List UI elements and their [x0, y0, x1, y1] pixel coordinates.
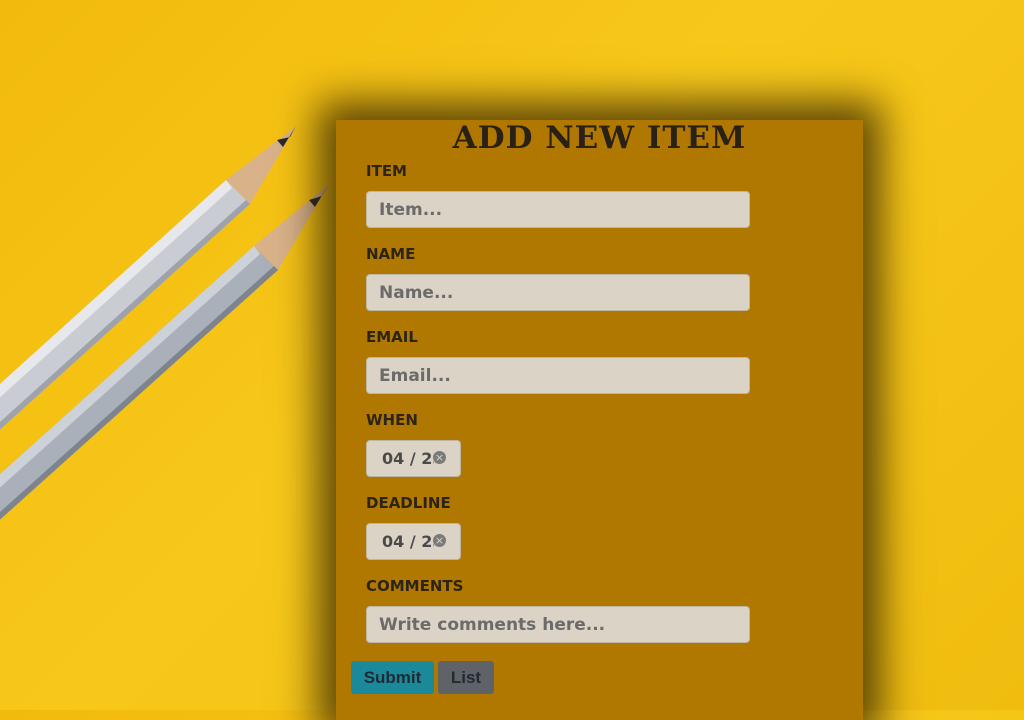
when-label: WHEN [366, 411, 418, 429]
list-button[interactable]: List [438, 661, 494, 694]
name-input[interactable] [366, 274, 750, 311]
item-label: ITEM [366, 162, 407, 180]
item-input[interactable] [366, 191, 750, 228]
clear-icon[interactable]: × [433, 534, 446, 547]
form-title: ADD NEW ITEM [452, 120, 747, 156]
email-input[interactable] [366, 357, 750, 394]
when-date-value: 04 / 25 [382, 449, 434, 468]
deadline-date-input[interactable]: 04 / 25 × [366, 523, 461, 560]
deadline-date-value: 04 / 25 [382, 532, 434, 551]
deadline-label: DEADLINE [366, 494, 451, 512]
comments-label: COMMENTS [366, 577, 464, 595]
when-date-input[interactable]: 04 / 25 × [366, 440, 461, 477]
clear-icon[interactable]: × [433, 451, 446, 464]
submit-button[interactable]: Submit [351, 661, 434, 694]
email-label: EMAIL [366, 328, 418, 346]
name-label: NAME [366, 245, 416, 263]
comments-input[interactable] [366, 606, 750, 643]
add-item-form: ADD NEW ITEM ITEM NAME EMAIL WHEN 04 / 2… [336, 120, 863, 720]
pencils-image [0, 126, 329, 520]
